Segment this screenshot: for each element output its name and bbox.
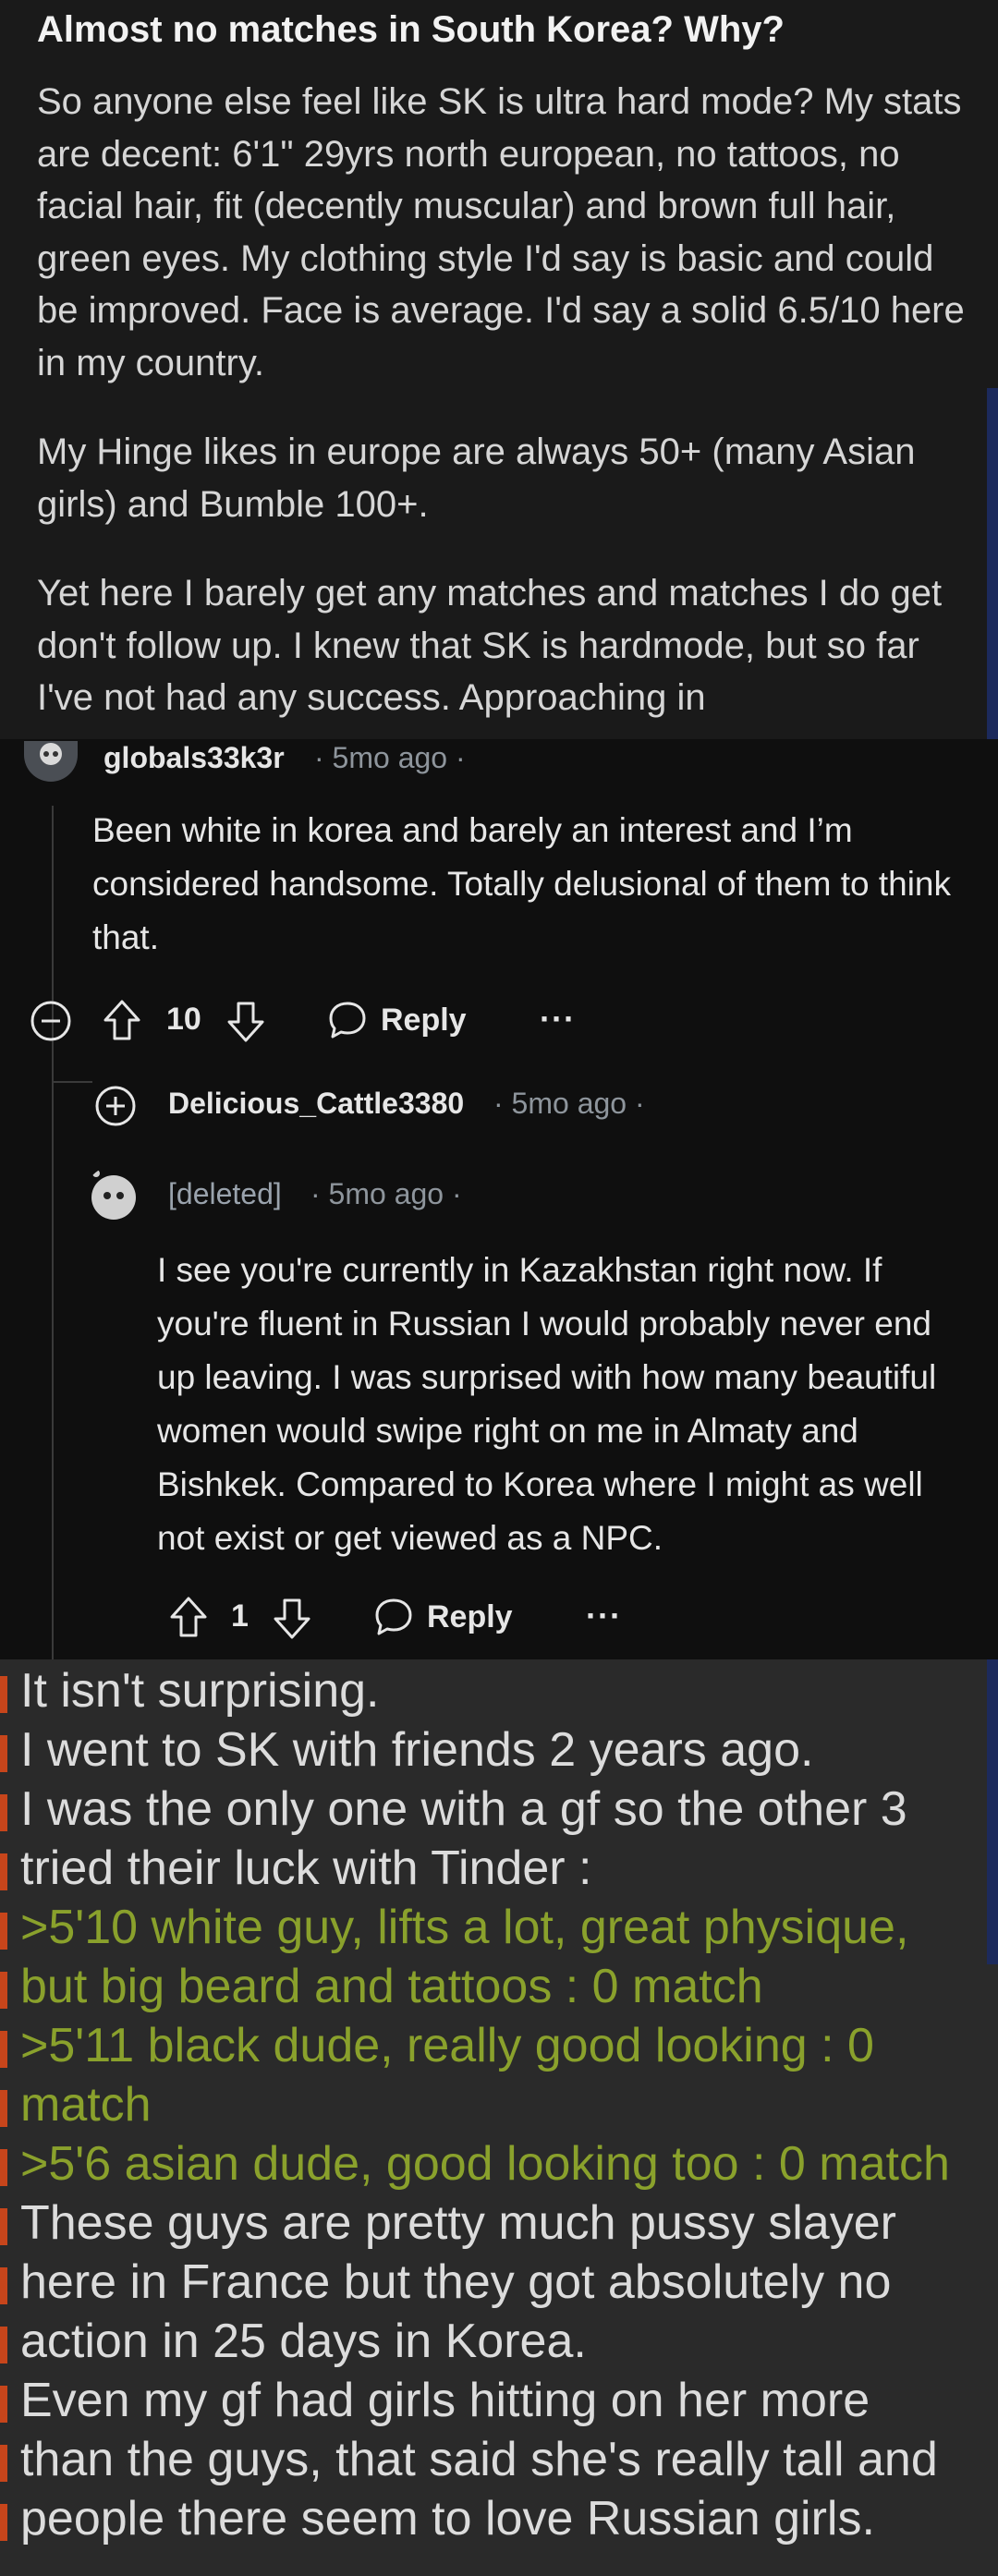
line-marker — [0, 2090, 7, 2127]
deleted-username: [deleted] — [168, 1177, 282, 1210]
line-marker — [0, 2386, 7, 2423]
reply-label: Reply — [427, 1598, 513, 1634]
thread-line — [52, 806, 54, 1659]
upvote-icon[interactable] — [102, 998, 142, 1042]
greentext-line: action in 25 days in Korea. — [20, 2315, 587, 2368]
downvote-icon[interactable] — [225, 1000, 266, 1044]
post-paragraph: Yet here I barely get any matches and ma… — [37, 573, 943, 718]
post-body: So anyone else feel like SK is ultra har… — [37, 76, 970, 739]
greentext-line: here in France but they got absolutely n… — [20, 2255, 892, 2309]
upvote-icon[interactable] — [168, 1595, 209, 1639]
line-marker — [0, 1676, 7, 1713]
line-marker — [0, 1913, 7, 1950]
vote-count: 1 — [231, 1598, 249, 1634]
greentext-quote-line: but big beard and tattoos : 0 match — [20, 1960, 763, 2013]
line-marker — [0, 2504, 7, 2541]
line-marker — [0, 1972, 7, 2009]
comment-text: Been white in korea and barely an intere… — [92, 811, 951, 956]
greentext-line: These guys are pretty much pussy slayer — [20, 2196, 896, 2250]
reply-icon — [329, 1002, 366, 1039]
greentext-line: people there seem to love Russian girls. — [20, 2492, 875, 2546]
line-marker — [0, 2149, 7, 2186]
downvote-icon[interactable] — [272, 1597, 312, 1641]
collapse-icon[interactable] — [30, 1000, 72, 1042]
thread-curve — [52, 1081, 92, 1083]
collapsed-username[interactable]: Delicious_Cattle3380 — [168, 1087, 464, 1121]
more-options-button[interactable]: ··· — [586, 1597, 622, 1635]
greentext-quote-line: >5'10 white guy, lifts a lot, great phys… — [20, 1901, 909, 1954]
post-panel: Almost no matches in South Korea? Why? S… — [0, 0, 998, 739]
more-options-button[interactable]: ··· — [540, 1000, 576, 1039]
comment-username[interactable]: globals33k3r — [103, 741, 285, 775]
reply-button[interactable]: Reply — [373, 1597, 513, 1637]
line-marker — [0, 2208, 7, 2245]
deleted-meta: · 5mo ago · — [310, 1177, 462, 1210]
greentext-line: It isn't surprising. — [20, 1664, 380, 1718]
greentext-quote-line: match — [20, 2078, 152, 2132]
greentext-panel: It isn't surprising. I went to SK with fr… — [0, 1659, 998, 2576]
snoo-avatar-icon — [40, 743, 62, 765]
comment-meta: · 5mo ago · — [314, 741, 466, 774]
line-marker — [0, 1794, 7, 1831]
deleted-comment-text: I see you're currently in Kazakhstan rig… — [157, 1251, 937, 1557]
deleted-snoo-icon — [91, 1170, 136, 1220]
comments-panel: globals33k3r · 5mo ago · Been white in k… — [0, 739, 998, 1659]
greentext-line: Even my gf had girls hitting on her more — [20, 2374, 870, 2427]
line-marker — [0, 1853, 7, 1890]
deleted-avatar[interactable] — [85, 1166, 142, 1223]
greentext-line: than the guys, that said she's really ta… — [20, 2433, 938, 2486]
collapsed-meta: · 5mo ago · — [493, 1087, 645, 1120]
line-marker — [0, 2327, 7, 2363]
edge-accent-bar — [987, 388, 998, 739]
greentext-quote-line: >5'11 black dude, really good looking : … — [20, 2019, 874, 2072]
avatar[interactable] — [24, 741, 78, 782]
greentext-line: tried their luck with Tinder : — [20, 1841, 592, 1895]
line-marker — [0, 2031, 7, 2068]
line-marker — [0, 2445, 7, 2482]
post-title[interactable]: Almost no matches in South Korea? Why? — [37, 6, 980, 54]
greentext-line: I was the only one with a gf so the othe… — [20, 1782, 907, 1836]
post-paragraph: So anyone else feel like SK is ultra har… — [37, 81, 965, 383]
greentext-line: I went to SK with friends 2 years ago. — [20, 1723, 814, 1777]
expand-icon[interactable] — [94, 1085, 137, 1127]
greentext-quote-line: >5'6 asian dude, good looking too : 0 ma… — [20, 2137, 950, 2191]
line-marker — [0, 2267, 7, 2304]
line-marker — [0, 1735, 7, 1772]
reply-button[interactable]: Reply — [327, 1000, 467, 1040]
reply-label: Reply — [381, 1002, 467, 1038]
post-paragraph: My Hinge likes in europe are always 50+ … — [37, 431, 916, 525]
reply-icon — [375, 1598, 412, 1635]
vote-count: 10 — [166, 1002, 201, 1037]
